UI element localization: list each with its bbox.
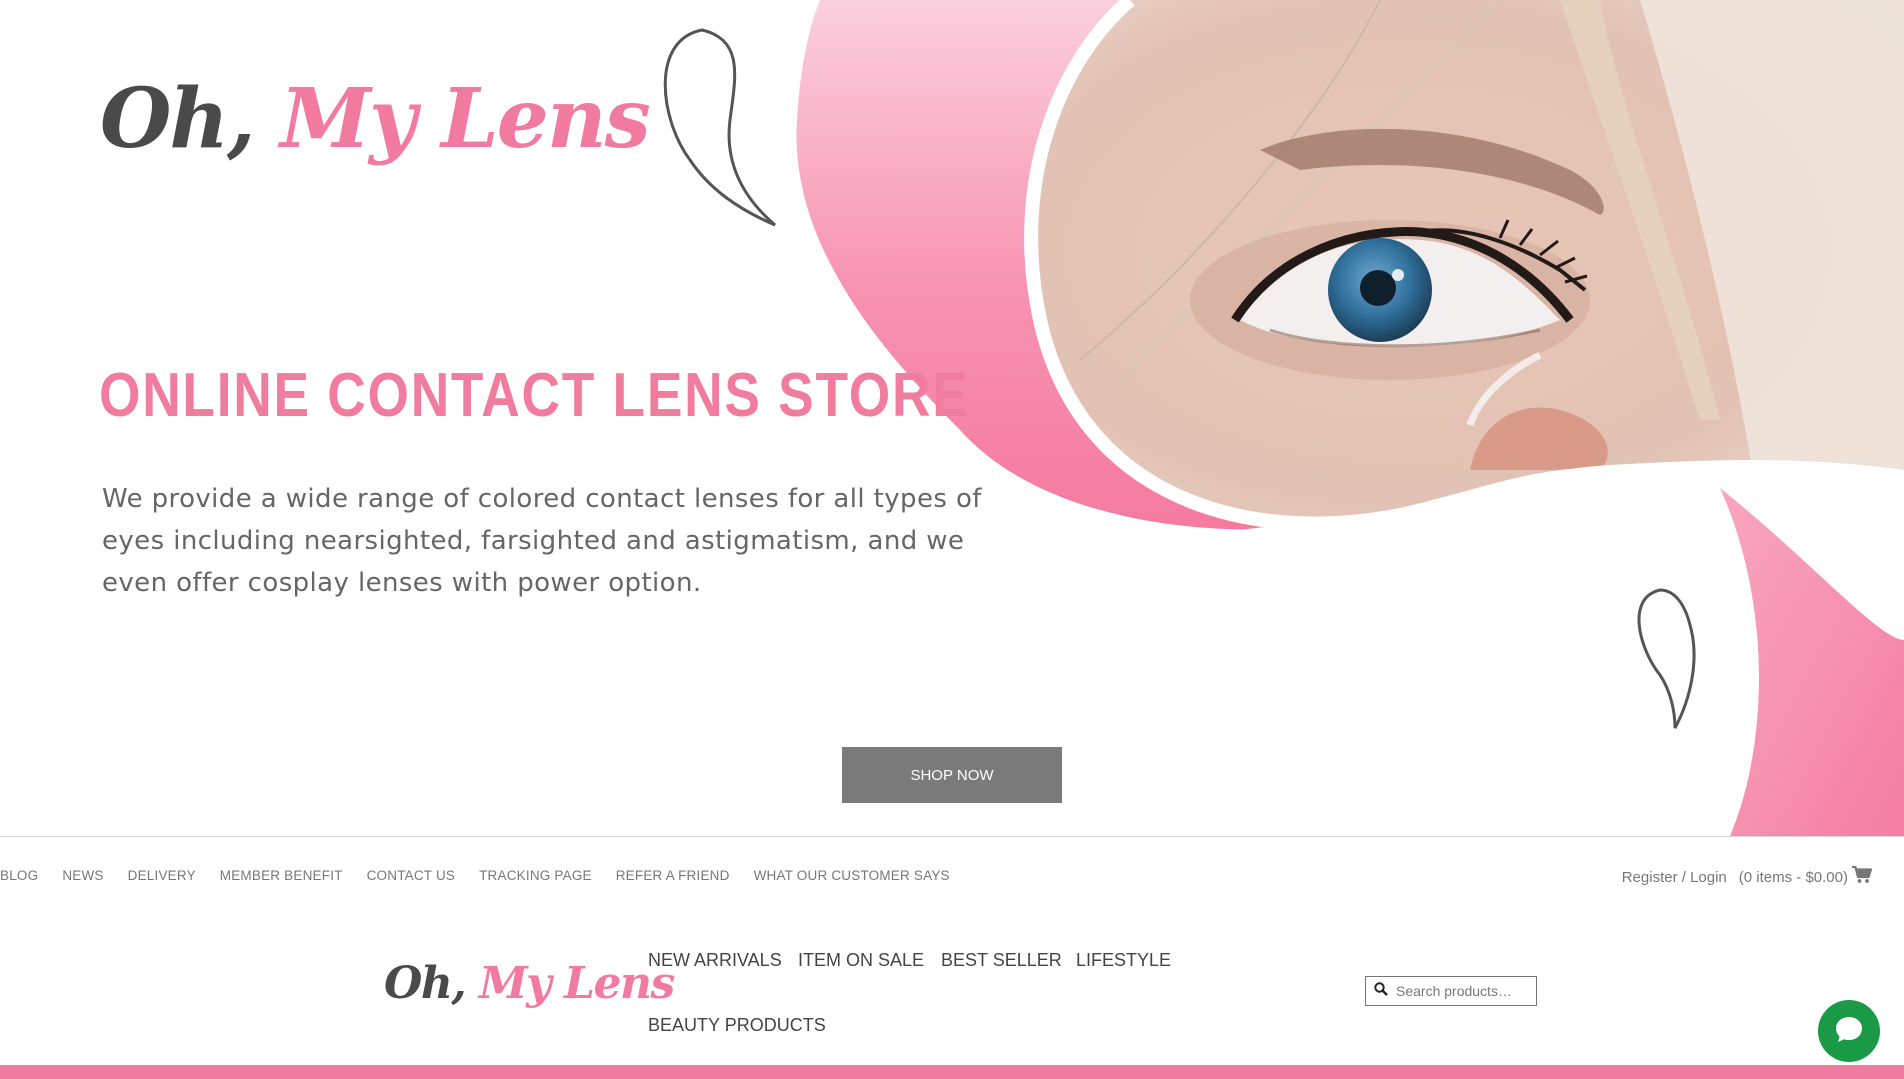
top-nav-customer-says[interactable]: WHAT OUR CUSTOMER SAYS [754, 868, 950, 883]
account-area: Register / Login (0 items - $0.00) [1622, 865, 1873, 888]
hero-logo[interactable]: Oh, My Lens [100, 78, 651, 160]
main-nav-new-arrivals[interactable]: NEW ARRIVALS [648, 950, 782, 971]
main-nav-lifestyle[interactable]: LIFESTYLE [1076, 950, 1171, 971]
hero-banner: Oh, My Lens ONLINE CONTACT LENS STORE We… [0, 0, 1904, 836]
bottom-accent-bar [0, 1065, 1904, 1079]
cart-link[interactable]: (0 items - $0.00) [1738, 865, 1873, 888]
divider [0, 836, 1904, 837]
shopping-cart-icon [1852, 865, 1873, 888]
top-nav-contact-us[interactable]: CONTACT US [367, 868, 456, 883]
nav-logo-mylens: My Lens [478, 958, 675, 1009]
search-icon [1374, 981, 1388, 1001]
hero-logo-mylens: My Lens [280, 71, 651, 167]
hero-description: We provide a wide range of colored conta… [102, 484, 982, 598]
page: Oh, My Lens ONLINE CONTACT LENS STORE We… [0, 0, 1904, 1079]
register-login-link[interactable]: Register / Login [1622, 869, 1727, 886]
chat-button[interactable] [1818, 1000, 1880, 1062]
main-nav-item-on-sale[interactable]: ITEM ON SALE [798, 950, 924, 971]
chat-bubble-icon [1833, 1013, 1865, 1050]
nav-logo-oh: Oh, [384, 958, 467, 1009]
shop-now-button[interactable]: SHOP NOW [842, 747, 1062, 803]
search-input[interactable] [1396, 983, 1526, 999]
hero-heading: ONLINE CONTACT LENS STORE [99, 361, 970, 430]
top-nav-refer-a-friend[interactable]: REFER A FRIEND [616, 868, 730, 883]
top-nav: BLOG NEWS DELIVERY MEMBER BENEFIT CONTAC… [0, 868, 950, 883]
top-nav-news[interactable]: NEWS [62, 868, 103, 883]
main-nav-beauty-products[interactable]: BEAUTY PRODUCTS [648, 1015, 826, 1036]
cart-summary: (0 items - $0.00) [1738, 868, 1848, 886]
main-nav-best-seller[interactable]: BEST SELLER [941, 950, 1062, 971]
top-nav-member-benefit[interactable]: MEMBER BENEFIT [220, 868, 343, 883]
top-nav-blog[interactable]: BLOG [0, 868, 38, 883]
top-nav-tracking-page[interactable]: TRACKING PAGE [479, 868, 592, 883]
search-box [1365, 976, 1537, 1006]
hero-logo-oh: Oh, [100, 71, 256, 167]
nav-logo[interactable]: Oh, My Lens [384, 962, 675, 1006]
top-nav-delivery[interactable]: DELIVERY [128, 868, 196, 883]
